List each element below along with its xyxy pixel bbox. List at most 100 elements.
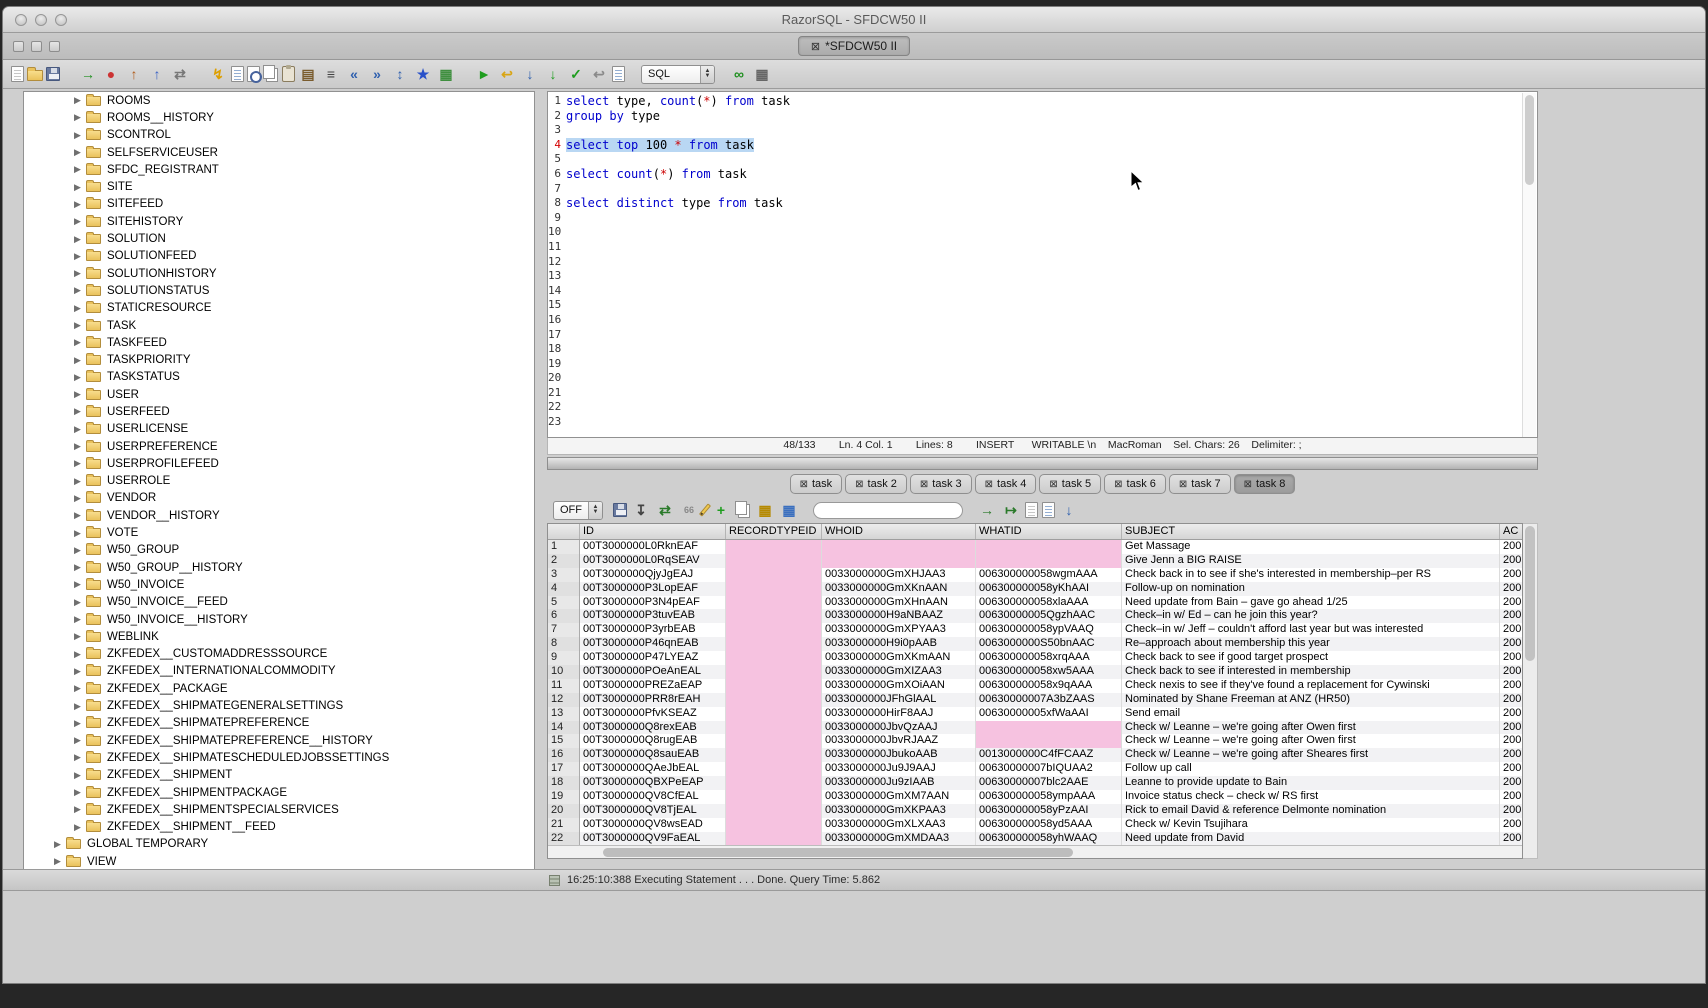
- row-number[interactable]: 17: [548, 762, 580, 776]
- grid-cell[interactable]: 00630000005xfWaAAI: [976, 707, 1122, 721]
- sort-icon[interactable]: ↕: [390, 64, 410, 84]
- grid-cell[interactable]: 00T3000000L0RknEAF: [580, 540, 726, 554]
- close-tab-icon[interactable]: ⊠: [985, 479, 993, 490]
- grid-cell[interactable]: 00T3000000L0RqSEAV: [580, 554, 726, 568]
- history-icon[interactable]: [612, 66, 625, 82]
- results-table-icon[interactable]: ▦: [752, 64, 772, 84]
- result-tab[interactable]: ⊠task: [790, 474, 843, 494]
- frame-maximize-icon[interactable]: [49, 41, 60, 52]
- save-icon[interactable]: [46, 67, 60, 81]
- result-tab[interactable]: ⊠task 6: [1104, 474, 1166, 494]
- disclosure-triangle-icon[interactable]: ▶: [72, 199, 83, 210]
- grid-cell[interactable]: [726, 748, 822, 762]
- grid-cell[interactable]: 200: [1500, 623, 1523, 637]
- disclosure-triangle-icon[interactable]: ▶: [72, 251, 83, 262]
- row-number[interactable]: 14: [548, 721, 580, 735]
- tree-item-table[interactable]: ▶SITE: [24, 178, 534, 195]
- grid-cell[interactable]: 00T3000000Q8rugEAB: [580, 734, 726, 748]
- grid-view-icon[interactable]: ▦: [779, 500, 799, 520]
- editor-line[interactable]: 3: [548, 123, 1537, 138]
- table-row[interactable]: 1400T3000000Q8rexEAB0033000000JbvQzAAJCh…: [548, 721, 1522, 735]
- tree-item-table[interactable]: ▶TASKFEED: [24, 334, 534, 351]
- grid-cell[interactable]: 200: [1500, 637, 1523, 651]
- grid-cell[interactable]: 0033000000GmXKmAAN: [822, 651, 976, 665]
- result-tab[interactable]: ⊠task 5: [1039, 474, 1101, 494]
- grid-cell[interactable]: 200: [1500, 818, 1523, 832]
- tree-item-category[interactable]: ▶VIEW: [24, 853, 534, 870]
- grid-cell[interactable]: [726, 582, 822, 596]
- grid-cell[interactable]: Check w/ Leanne – we're going after Owen…: [1122, 734, 1500, 748]
- grid-cell[interactable]: 200: [1500, 679, 1523, 693]
- result-tab[interactable]: ⊠task 2: [845, 474, 907, 494]
- tree-item-table[interactable]: ▶SOLUTIONFEED: [24, 248, 534, 265]
- grid-cell[interactable]: 0033000000H9i0pAAB: [822, 637, 976, 651]
- table-row[interactable]: 1500T3000000Q8rugEAB0033000000JbvRJAAZCh…: [548, 734, 1522, 748]
- document-tab[interactable]: ⊠ *SFDCW50 II: [798, 36, 910, 56]
- corner-cell[interactable]: [548, 524, 580, 539]
- disclosure-triangle-icon[interactable]: ▶: [72, 130, 83, 141]
- grid-cell[interactable]: 200: [1500, 596, 1523, 610]
- stop-icon[interactable]: ↓: [520, 64, 540, 84]
- disclosure-triangle-icon[interactable]: ▶: [72, 631, 83, 642]
- grid-cell[interactable]: Nominated by Shane Freeman at ANZ (HR50): [1122, 693, 1500, 707]
- export-results-icon[interactable]: ↧: [631, 500, 651, 520]
- close-tab-icon[interactable]: ⊠: [1244, 479, 1252, 490]
- disclosure-triangle-icon[interactable]: ▶: [72, 337, 83, 348]
- grid-cell[interactable]: 00630000007blc2AAE: [976, 776, 1122, 790]
- grid-cell[interactable]: 0033000000JbvRJAAZ: [822, 734, 976, 748]
- disclosure-triangle-icon[interactable]: ▶: [72, 303, 83, 314]
- row-number[interactable]: 7: [548, 623, 580, 637]
- editor-line-text[interactable]: select distinct type from task: [566, 196, 783, 211]
- validate-icon[interactable]: ✓: [566, 64, 586, 84]
- grid-cell[interactable]: Follow up call: [1122, 762, 1500, 776]
- minimize-button[interactable]: [35, 14, 47, 26]
- search-next-icon[interactable]: →: [977, 500, 997, 520]
- disclosure-triangle-icon[interactable]: ▶: [72, 562, 83, 573]
- grid-cell[interactable]: Need update from Bain – gave go ahead 1/…: [1122, 596, 1500, 610]
- tree-item-table[interactable]: ▶USERPREFERENCE: [24, 438, 534, 455]
- grid-cell[interactable]: Check back to see if good target prospec…: [1122, 651, 1500, 665]
- row-number[interactable]: 20: [548, 804, 580, 818]
- format-list-icon[interactable]: ≡: [321, 64, 341, 84]
- grid-cell[interactable]: [726, 596, 822, 610]
- tree-item-table[interactable]: ▶ZKFEDEX__SHIPMATEPREFERENCE__HISTORY: [24, 732, 534, 749]
- editor-line[interactable]: 1select type, count(*) from task: [548, 94, 1537, 109]
- column-header[interactable]: AC: [1500, 524, 1523, 539]
- grid-cell[interactable]: 0033000000GmXKPAA3: [822, 804, 976, 818]
- log-icon[interactable]: ▤: [298, 64, 318, 84]
- grid-cell[interactable]: 00T3000000QBXPeEAP: [580, 776, 726, 790]
- editor-line[interactable]: 8select distinct type from task: [548, 196, 1537, 211]
- tree-item-table[interactable]: ▶SOLUTION: [24, 230, 534, 247]
- tree-item-table[interactable]: ▶SOLUTIONHISTORY: [24, 265, 534, 282]
- grid-cell[interactable]: 00T3000000Q8rexEAB: [580, 721, 726, 735]
- table-edit-icon[interactable]: ▦: [436, 64, 456, 84]
- grid-cell[interactable]: 0033000000GmXM7AAN: [822, 790, 976, 804]
- table-row[interactable]: 900T3000000P47LYEAZ0033000000GmXKmAAN006…: [548, 651, 1522, 665]
- disclosure-triangle-icon[interactable]: ▶: [72, 389, 83, 400]
- favorites-icon[interactable]: ★: [413, 64, 433, 84]
- table-row[interactable]: 1300T3000000PfvKSEAZ0033000000HirF8AAJ00…: [548, 707, 1522, 721]
- grid-cell[interactable]: [726, 707, 822, 721]
- grid-cell[interactable]: Follow-up on nomination: [1122, 582, 1500, 596]
- grid-cell[interactable]: 00T3000000P46qnEAB: [580, 637, 726, 651]
- row-number[interactable]: 8: [548, 637, 580, 651]
- grid-cell[interactable]: Give Jenn a BIG RAISE: [1122, 554, 1500, 568]
- column-header[interactable]: WHOID: [822, 524, 976, 539]
- grid-cell[interactable]: 0033000000GmXKnAAN: [822, 582, 976, 596]
- grid-cell[interactable]: 00T3000000P3LopEAF: [580, 582, 726, 596]
- grid-cell[interactable]: [726, 651, 822, 665]
- grid-cell[interactable]: 00T3000000P3N4pEAF: [580, 596, 726, 610]
- rollback-icon[interactable]: ↑: [147, 64, 167, 84]
- tree-item-table[interactable]: ▶TASKSTATUS: [24, 369, 534, 386]
- editor-line-text[interactable]: group by type: [566, 109, 660, 124]
- result-tab[interactable]: ⊠task 4: [975, 474, 1037, 494]
- grid-cell[interactable]: Check back in to see if she's interested…: [1122, 568, 1500, 582]
- grid-cell[interactable]: [726, 762, 822, 776]
- download-icon[interactable]: ↓: [1059, 500, 1079, 520]
- grid-cell[interactable]: Get Massage: [1122, 540, 1500, 554]
- sql-editor[interactable]: 1select type, count(*) from task2group b…: [547, 91, 1538, 438]
- grid-cell[interactable]: [726, 623, 822, 637]
- pane-splitter[interactable]: [547, 457, 1538, 470]
- disclosure-triangle-icon[interactable]: ▶: [72, 441, 83, 452]
- disclosure-triangle-icon[interactable]: ▶: [72, 510, 83, 521]
